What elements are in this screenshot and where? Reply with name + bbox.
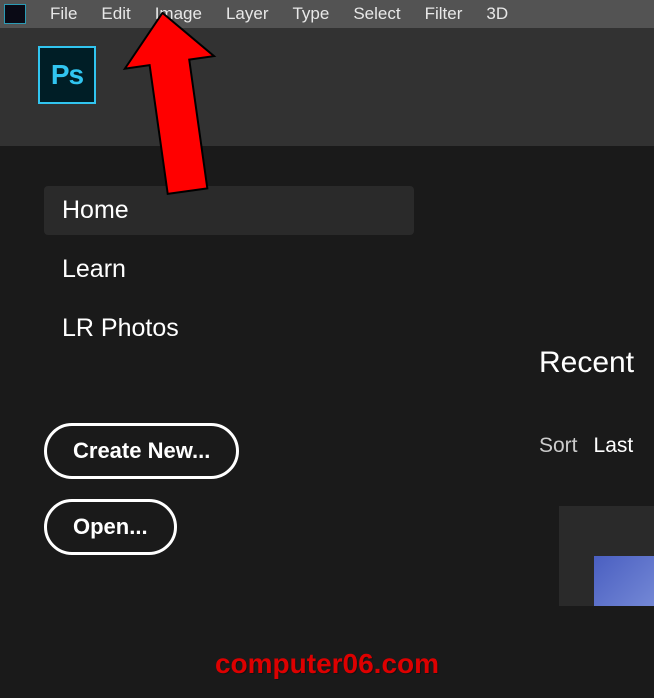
menu-file[interactable]: File (50, 4, 77, 24)
create-new-button[interactable]: Create New... (44, 423, 239, 479)
menu-edit[interactable]: Edit (101, 4, 130, 24)
sidebar-item-learn[interactable]: Learn (44, 245, 414, 294)
menu-select[interactable]: Select (353, 4, 400, 24)
sort-label: Sort (539, 434, 578, 458)
menu-bar: File Edit Image Layer Type Select Filter… (0, 0, 654, 28)
menu-bar-left-icon (0, 0, 50, 28)
header-bar: Ps (0, 28, 654, 146)
recent-title: Recent (539, 346, 654, 380)
app-icon-small (4, 4, 26, 24)
menu-type[interactable]: Type (292, 4, 329, 24)
photoshop-logo-text: Ps (51, 59, 83, 91)
home-screen: Home Learn LR Photos Create New... Open.… (0, 146, 654, 698)
sidebar-nav: Home Learn LR Photos (44, 186, 414, 353)
sidebar-item-lr-photos[interactable]: LR Photos (44, 304, 414, 353)
sidebar-item-home[interactable]: Home (44, 186, 414, 235)
menu-layer[interactable]: Layer (226, 4, 269, 24)
menu-3d[interactable]: 3D (486, 4, 508, 24)
sort-value[interactable]: Last (594, 434, 634, 458)
sort-row: Sort Last (539, 434, 654, 458)
thumbnail-image (594, 556, 654, 606)
recent-thumbnail[interactable] (559, 506, 654, 606)
watermark-text: computer06.com (215, 648, 439, 680)
menu-filter[interactable]: Filter (425, 4, 463, 24)
photoshop-logo: Ps (38, 46, 96, 104)
menu-image[interactable]: Image (155, 4, 202, 24)
recent-panel: Recent Sort Last (539, 346, 654, 606)
open-button[interactable]: Open... (44, 499, 177, 555)
